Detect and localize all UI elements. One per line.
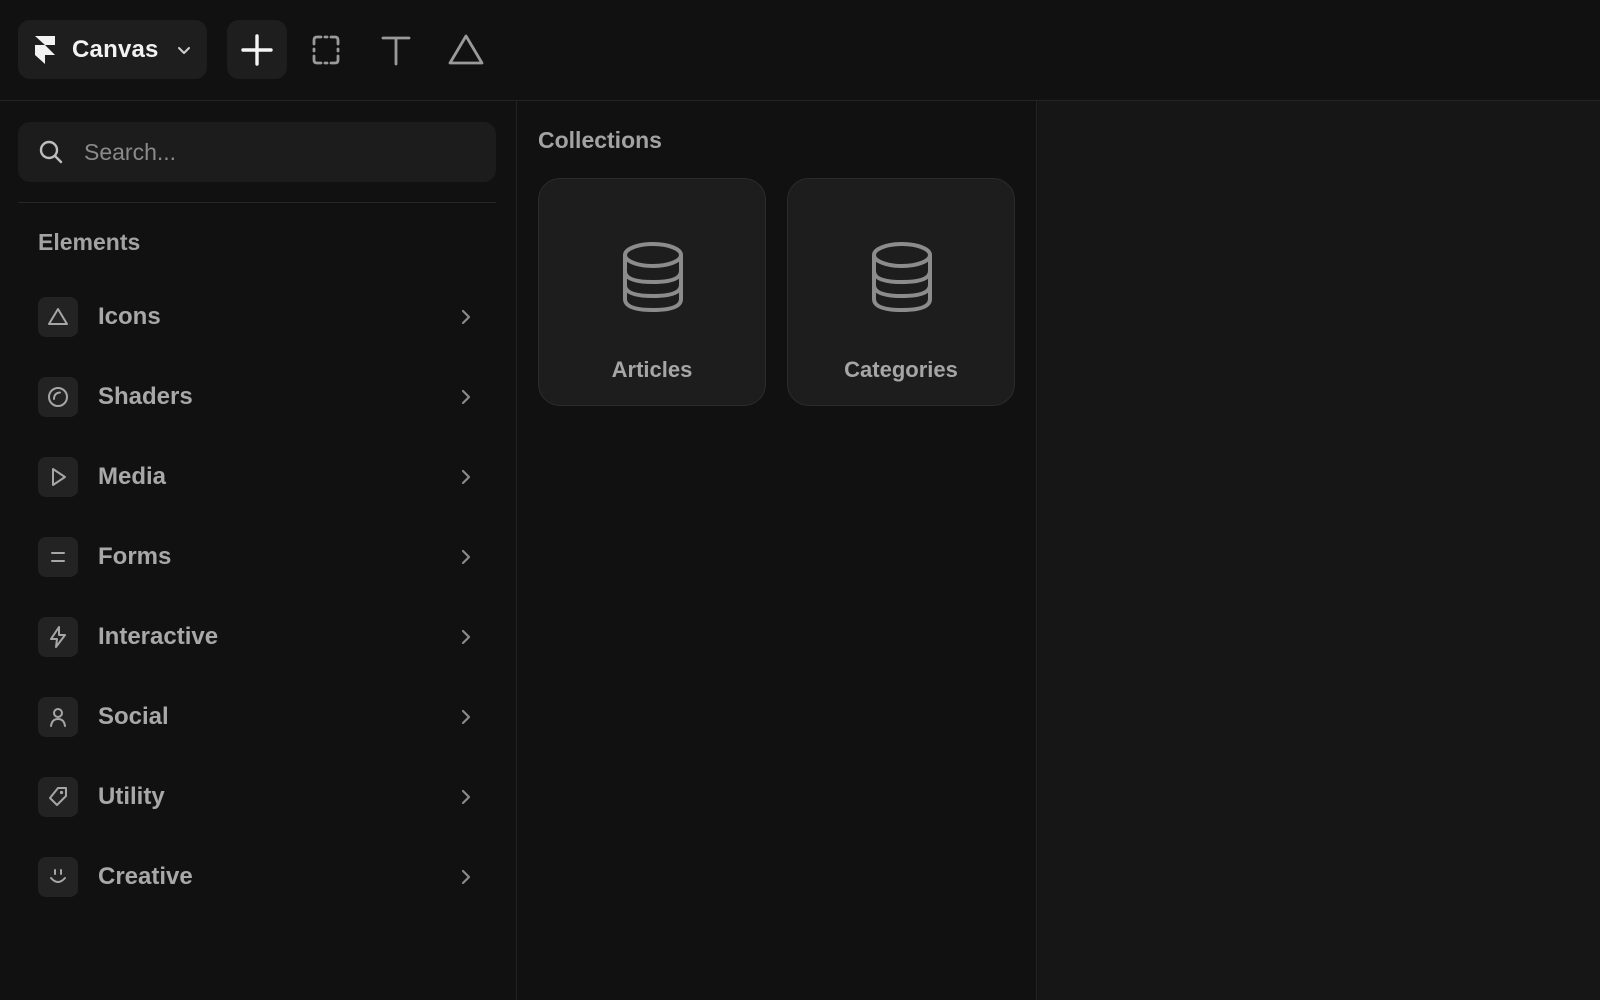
collection-card-label: Categories	[844, 357, 958, 382]
chevron-right-icon	[461, 549, 471, 565]
person-icon	[50, 708, 66, 727]
item-icon-box	[38, 857, 78, 897]
divider	[18, 202, 496, 203]
top-toolbar: Canvas	[0, 0, 1600, 101]
element-item-label: Utility	[98, 783, 165, 810]
element-item-label: Interactive	[98, 623, 219, 650]
collection-card-categories[interactable]: Categories	[787, 178, 1015, 406]
bolt-icon	[50, 626, 66, 648]
chevron-right-icon	[461, 869, 471, 885]
search-icon	[39, 140, 63, 164]
element-item-forms[interactable]: Forms	[0, 517, 517, 597]
section-title-elements: Elements	[38, 229, 141, 255]
chevron-right-icon	[461, 469, 471, 485]
text-icon	[381, 36, 411, 65]
item-icon-box	[38, 777, 78, 817]
collections-panel: Collections Articles Categories	[518, 101, 1037, 1000]
insert-panel: Elements Icons Shaders	[0, 101, 517, 1000]
element-item-creative[interactable]: Creative	[0, 837, 517, 917]
play-icon	[52, 468, 66, 486]
item-icon-box	[38, 377, 78, 417]
element-item-media[interactable]: Media	[0, 437, 517, 517]
design-canvas[interactable]	[1038, 101, 1600, 1000]
search-input[interactable]	[82, 137, 482, 167]
frame-icon	[312, 35, 340, 64]
vector-tool-button[interactable]	[436, 20, 496, 79]
plus-icon	[241, 33, 273, 66]
chevron-right-icon	[461, 789, 471, 805]
element-item-label: Media	[98, 463, 167, 490]
element-item-icons[interactable]: Icons	[0, 277, 517, 357]
project-menu-button[interactable]: Canvas	[18, 20, 207, 79]
chevron-right-icon	[461, 709, 471, 725]
frame-tool-button[interactable]	[296, 20, 356, 79]
database-icon	[872, 242, 932, 313]
item-icon-box	[38, 297, 78, 337]
element-item-label: Shaders	[98, 383, 193, 410]
item-icon-box	[38, 537, 78, 577]
element-item-label: Forms	[98, 543, 172, 570]
element-item-label: Social	[98, 703, 169, 730]
search-bar[interactable]	[18, 122, 496, 182]
element-item-social[interactable]: Social	[0, 677, 517, 757]
project-name: Canvas	[72, 35, 159, 63]
element-item-utility[interactable]: Utility	[0, 757, 517, 837]
framer-logo-icon	[35, 35, 55, 64]
chevron-right-icon	[461, 309, 471, 325]
collection-card-label: Articles	[611, 357, 693, 382]
element-item-shaders[interactable]: Shaders	[0, 357, 517, 437]
shader-circle-icon	[48, 387, 68, 407]
element-item-interactive[interactable]: Interactive	[0, 597, 517, 677]
chevron-right-icon	[461, 629, 471, 645]
triangle-icon	[48, 308, 68, 325]
triangle-icon	[448, 34, 484, 64]
database-icon	[623, 242, 683, 313]
element-item-label: Icons	[98, 303, 161, 330]
element-item-label: Creative	[98, 863, 193, 890]
collection-card-articles[interactable]: Articles	[538, 178, 766, 406]
insert-button[interactable]	[227, 20, 287, 79]
elements-list: Icons Shaders Media Forms Interactive So…	[0, 277, 517, 917]
tag-icon	[49, 787, 67, 806]
form-lines-icon	[51, 552, 65, 562]
section-title-collections: Collections	[538, 127, 662, 153]
chevron-down-icon	[177, 46, 190, 54]
item-icon-box	[38, 617, 78, 657]
item-icon-box	[38, 697, 78, 737]
item-icon-box	[38, 457, 78, 497]
text-tool-button[interactable]	[366, 20, 426, 79]
chevron-right-icon	[461, 389, 471, 405]
smile-icon	[50, 869, 66, 883]
